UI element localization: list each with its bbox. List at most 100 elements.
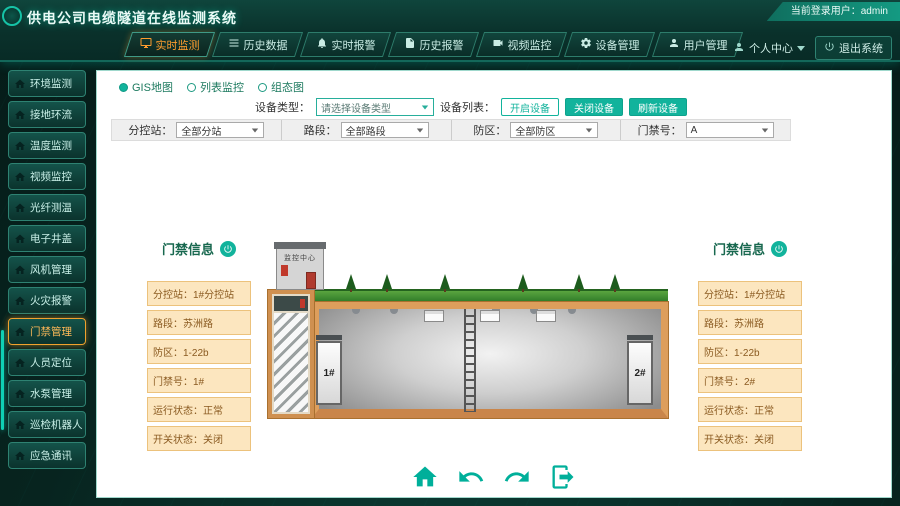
radio-icon <box>258 83 267 92</box>
chevron-down-icon <box>797 46 805 51</box>
road-section-label: 路段： <box>304 122 337 138</box>
sidebar-item-env-monitor[interactable]: 环境监测 <box>8 70 86 97</box>
tab-device-management[interactable]: 设备管理 <box>568 32 651 57</box>
tab-history-alarm[interactable]: 历史报警 <box>392 32 475 57</box>
access-info-panel-left: 门禁信息 分控站：1#分控站 路段：苏洲路 防区：1-22b 门禁号：1# 运行… <box>147 239 251 451</box>
cable-tray-box <box>536 310 556 322</box>
sidebar-item-fiber-temp[interactable]: 光纤测温 <box>8 194 86 221</box>
device-toolbar: 设备类型： 请选择设备类型 设备列表： 开启设备 关闭设备 刷新设备 <box>255 98 687 116</box>
filter-bar: 分控站： 全部分站 路段： 全部路段 防区： 全部防区 门禁号： A <box>111 119 791 141</box>
close-device-button[interactable]: 关闭设备 <box>565 98 623 116</box>
main-tabs: 实时监测 历史数据 实时报警 历史报警 视频监控 设备管理 <box>128 32 739 57</box>
logout-button[interactable]: 退出系统 <box>815 36 892 60</box>
substation-select[interactable]: 全部分站 <box>176 122 264 138</box>
sidebar-item-inspection-robot[interactable]: 巡检机器人 <box>8 411 86 438</box>
entrance-shaft <box>268 290 314 418</box>
sidebar-item-video[interactable]: 视频监控 <box>8 163 86 190</box>
field-switch-status: 开关状态：关闭 <box>698 426 802 451</box>
sidebar-item-pump[interactable]: 水泵管理 <box>8 380 86 407</box>
device-type-label: 设备类型： <box>255 99 310 115</box>
app-window: 供电公司电缆隧道在线监测系统 当前登录用户：admin 实时监测 历史数据 实时… <box>0 0 900 506</box>
field-road-section: 路段：苏洲路 <box>698 310 802 335</box>
tree-icon <box>574 274 584 289</box>
access-door-2[interactable]: 2# <box>627 341 653 405</box>
tab-label: 实时报警 <box>332 37 376 53</box>
view-mode-gis-map[interactable]: GIS地图 <box>119 79 173 95</box>
sidebar-item-access-control[interactable]: 门禁管理 <box>8 318 86 345</box>
chevron-down-icon <box>761 128 767 132</box>
power-icon <box>824 41 835 55</box>
access-ladder <box>464 309 476 412</box>
sidebar-item-personnel-location[interactable]: 人员定位 <box>8 349 86 376</box>
tab-video-monitor[interactable]: 视频监控 <box>480 32 563 57</box>
shaft-opening <box>274 296 308 311</box>
current-user-label: 当前登录用户：admin <box>767 2 900 21</box>
stairs <box>274 313 308 412</box>
device-list-label: 设备列表： <box>440 99 495 115</box>
header: 供电公司电缆隧道在线监测系统 当前登录用户：admin 实时监测 历史数据 实时… <box>0 0 900 62</box>
tab-user-management[interactable]: 用户管理 <box>656 32 739 57</box>
door-number-select[interactable]: A <box>686 122 774 138</box>
module-icon <box>14 171 26 183</box>
bell-icon <box>316 37 328 52</box>
sidebar-item-ground-current[interactable]: 接地环流 <box>8 101 86 128</box>
document-icon <box>404 37 416 52</box>
sidebar-item-emergency-comm[interactable]: 应急通讯 <box>8 442 86 469</box>
field-substation: 分控站：1#分控站 <box>698 281 802 306</box>
fire-equipment-icon <box>300 299 305 308</box>
access-info-panel-right: 门禁信息 分控站：1#分控站 路段：苏洲路 防区：1-22b 门禁号：2# 运行… <box>698 239 802 451</box>
person-icon <box>733 41 745 56</box>
chevron-down-icon <box>416 128 422 132</box>
forward-button[interactable] <box>503 463 531 491</box>
tab-label: 设备管理 <box>596 37 640 53</box>
module-icon <box>14 295 26 307</box>
exit-button[interactable] <box>549 463 577 491</box>
field-defense-zone: 防区：1-22b <box>147 339 251 364</box>
left-scrollbar[interactable] <box>1 330 4 430</box>
refresh-device-button[interactable]: 刷新设备 <box>629 98 687 116</box>
field-door-number: 门禁号：2# <box>698 368 802 393</box>
view-mode-list-monitor[interactable]: 列表监控 <box>187 79 244 95</box>
view-mode-scada[interactable]: 组态图 <box>258 79 304 95</box>
control-center-label: 监控中心 <box>277 253 323 263</box>
personal-center-menu[interactable]: 个人中心 <box>733 40 805 56</box>
filter-substation: 分控站： 全部分站 <box>112 120 282 140</box>
tab-label: 视频监控 <box>508 37 552 53</box>
gear-icon <box>580 37 592 52</box>
module-icon <box>14 202 26 214</box>
defense-zone-select[interactable]: 全部防区 <box>510 122 598 138</box>
road-section-select[interactable]: 全部路段 <box>341 122 429 138</box>
field-road-section: 路段：苏洲路 <box>147 310 251 335</box>
control-center-building: 监控中心 <box>276 248 324 290</box>
app-logo-icon <box>2 6 22 26</box>
chevron-down-icon <box>586 128 592 132</box>
tab-realtime-monitor[interactable]: 实时监测 <box>128 32 211 57</box>
back-button[interactable] <box>457 463 485 491</box>
sidebar-item-temperature[interactable]: 温度监测 <box>8 132 86 159</box>
module-icon <box>14 233 26 245</box>
access-door-1[interactable]: 1# <box>316 341 342 405</box>
home-button[interactable] <box>411 463 439 491</box>
field-switch-status: 开关状态：关闭 <box>147 426 251 451</box>
field-substation: 分控站：1#分控站 <box>147 281 251 306</box>
user-icon <box>668 37 680 52</box>
tab-history-data[interactable]: 历史数据 <box>216 32 299 57</box>
tab-realtime-alarm[interactable]: 实时报警 <box>304 32 387 57</box>
module-icon <box>14 357 26 369</box>
cable-tray-box <box>480 310 500 322</box>
tab-label: 用户管理 <box>684 37 728 53</box>
sidebar: 环境监测 接地环流 温度监测 视频监控 光纤测温 电子井盖 风机管理 火灾报警 … <box>8 70 86 469</box>
device-type-select[interactable]: 请选择设备类型 <box>316 98 434 116</box>
sidebar-item-fan[interactable]: 风机管理 <box>8 256 86 283</box>
radio-icon <box>187 83 196 92</box>
sidebar-item-manhole-cover[interactable]: 电子井盖 <box>8 225 86 252</box>
power-toggle-icon[interactable] <box>771 241 787 257</box>
panel-title: 门禁信息 <box>162 239 214 258</box>
sidebar-item-fire-alarm[interactable]: 火灾报警 <box>8 287 86 314</box>
field-defense-zone: 防区：1-22b <box>698 339 802 364</box>
logout-label: 退出系统 <box>839 40 883 56</box>
module-icon <box>14 78 26 90</box>
open-device-button[interactable]: 开启设备 <box>501 98 559 116</box>
personal-center-label: 个人中心 <box>749 40 793 56</box>
power-toggle-icon[interactable] <box>220 241 236 257</box>
